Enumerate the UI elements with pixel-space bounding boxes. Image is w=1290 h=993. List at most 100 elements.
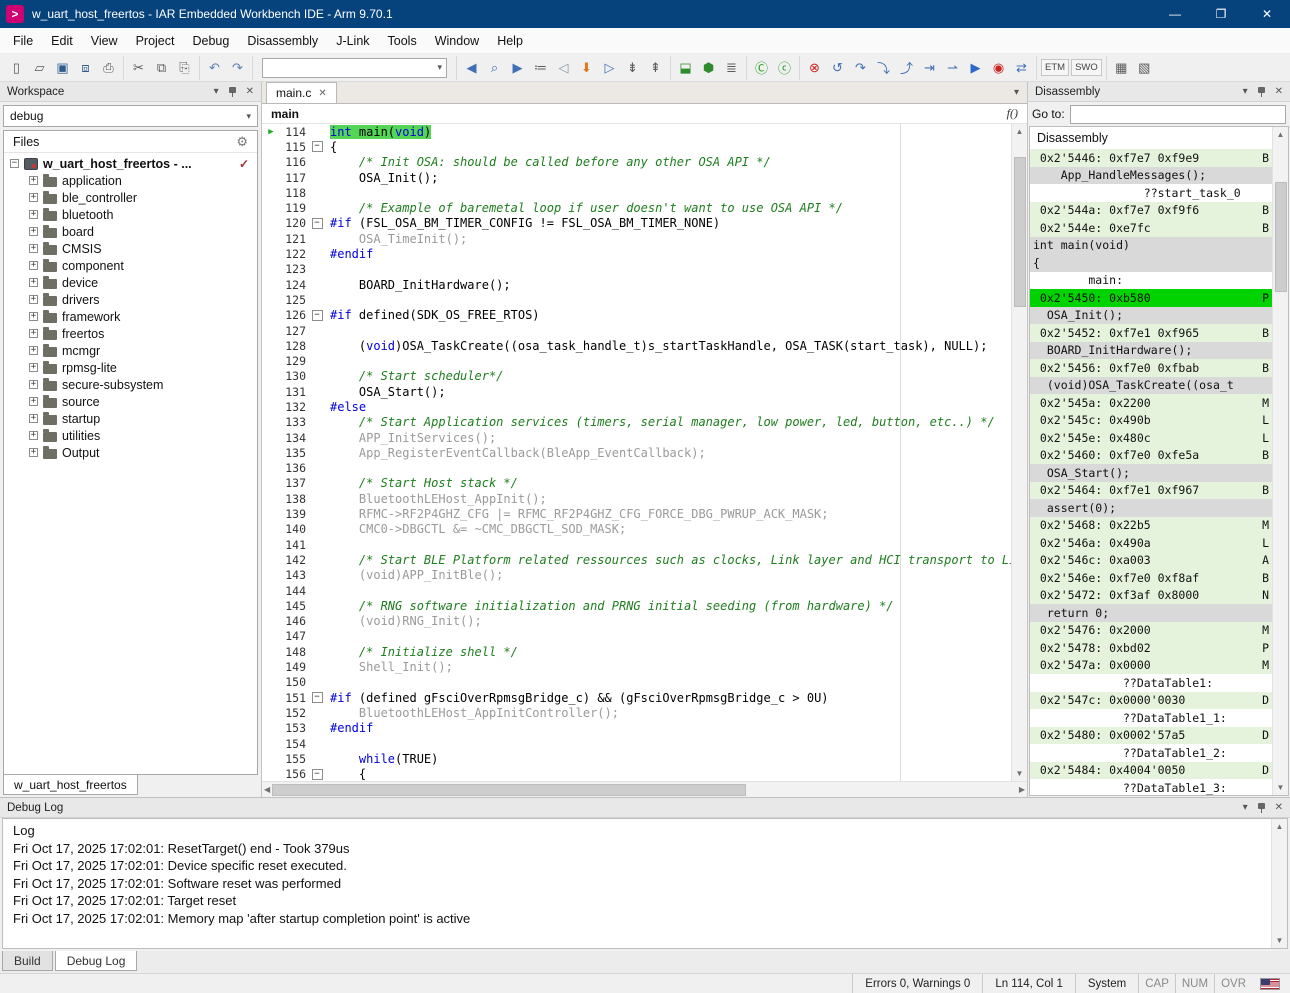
close-icon[interactable]: ✕ — [246, 86, 254, 97]
code-line[interactable]: ▶153#endif — [262, 721, 1011, 736]
disassembly-row[interactable]: 0x2'5460: 0xf7e0 0xfe5aB — [1030, 447, 1272, 465]
disassembly-row[interactable]: 0x2'5452: 0xf7e1 0xf965B — [1030, 324, 1272, 342]
editor-vscrollbar[interactable]: ▲ ▼ — [1011, 124, 1027, 781]
toggle-source-icon[interactable]: ⇄ — [1010, 56, 1033, 79]
code-line[interactable]: ▶144 — [262, 583, 1011, 598]
tree-item-output[interactable]: +Output — [4, 444, 257, 461]
code-line[interactable]: ▶150 — [262, 675, 1011, 690]
menu-file[interactable]: File — [4, 28, 42, 53]
code-line[interactable]: ▶138 BluetoothLEHost_AppInit(); — [262, 491, 1011, 506]
disassembly-row[interactable]: int main(void) — [1030, 237, 1272, 255]
menu-tools[interactable]: Tools — [379, 28, 426, 53]
toggle-bookmark-icon[interactable]: ⬇ — [575, 56, 598, 79]
code-line[interactable]: ▶126#if defined(SDK_OS_FREE_RTOS) — [262, 308, 1011, 323]
save-all-icon[interactable]: ⧈ — [74, 56, 97, 79]
disassembly-row[interactable]: BOARD_InitHardware(); — [1030, 342, 1272, 360]
function-list-icon[interactable]: ≔ — [529, 56, 552, 79]
tree-item-source[interactable]: +source — [4, 393, 257, 410]
code-line[interactable]: ▶114int main(void) — [262, 124, 1011, 139]
disassembly-row[interactable]: 0x2'5450: 0xb580P — [1030, 289, 1272, 307]
tree-project-row[interactable]: −w_uart_host_freertos - ...✓ — [4, 155, 257, 172]
code-line[interactable]: ▶121 OSA_TimeInit(); — [262, 231, 1011, 246]
open-file-icon[interactable]: ▱ — [28, 56, 51, 79]
code-line[interactable]: ▶149 Shell_Init(); — [262, 659, 1011, 674]
code-line[interactable]: ▶132#else — [262, 399, 1011, 414]
disassembly-row[interactable]: ??DataTable1: — [1030, 674, 1272, 692]
code-line[interactable]: ▶145 /* RNG software initialization and … — [262, 598, 1011, 613]
expand-icon[interactable]: + — [29, 397, 38, 406]
menu-j-link[interactable]: J-Link — [327, 28, 378, 53]
expand-icon[interactable]: + — [29, 210, 38, 219]
expand-icon[interactable]: + — [29, 363, 38, 372]
next-statement-icon[interactable]: ⇥ — [918, 56, 941, 79]
code-line[interactable]: ▶147 — [262, 629, 1011, 644]
paste-icon[interactable]: ⎘ — [173, 56, 196, 79]
disassembly-row[interactable]: (void)OSA_TaskCreate((osa_t — [1030, 377, 1272, 395]
cut-icon[interactable]: ✂ — [127, 56, 150, 79]
code-area[interactable]: ▶114int main(void)▶115{▶116 /* Init OSA:… — [262, 124, 1011, 781]
close-icon[interactable]: ✕ — [1275, 86, 1283, 97]
undo-icon[interactable]: ↶ — [203, 56, 226, 79]
code-line[interactable]: ▶142 /* Start BLE Platform related resso… — [262, 552, 1011, 567]
tab-main-c[interactable]: main.c ✕ — [266, 82, 337, 103]
code-line[interactable]: ▶141 — [262, 537, 1011, 552]
code-line[interactable]: ▶143 (void)APP_InitBle(); — [262, 568, 1011, 583]
snapshot-icon[interactable]: ▧ — [1133, 56, 1156, 79]
maximize-button[interactable]: ❐ — [1198, 0, 1244, 28]
tree-item-rpmsg-lite[interactable]: +rpmsg-lite — [4, 359, 257, 376]
disassembly-row[interactable]: assert(0); — [1030, 499, 1272, 517]
code-line[interactable]: ▶118 — [262, 185, 1011, 200]
log-vscrollbar[interactable]: ▲ ▼ — [1271, 819, 1287, 948]
expand-icon[interactable]: + — [29, 295, 38, 304]
menu-debug[interactable]: Debug — [183, 28, 238, 53]
disassembly-row[interactable]: ??start_task_0 — [1030, 184, 1272, 202]
disassembly-row[interactable]: App_HandleMessages(); — [1030, 167, 1272, 185]
code-line[interactable]: ▶135 App_RegisterEventCallback(BleApp_Ev… — [262, 445, 1011, 460]
scroll-down-icon[interactable]: ▼ — [1275, 780, 1287, 795]
expand-icon[interactable]: + — [29, 414, 38, 423]
disassembly-row[interactable]: 0x2'547c: 0x0000'0030D — [1030, 692, 1272, 710]
code-line[interactable]: ▶151#if (defined gFsciOverRpmsgBridge_c)… — [262, 690, 1011, 705]
scrollbar-thumb[interactable] — [1014, 157, 1026, 307]
chevron-down-icon[interactable]: ▾ — [437, 62, 442, 73]
expand-icon[interactable]: + — [29, 176, 38, 185]
disassembly-row[interactable]: OSA_Init(); — [1030, 307, 1272, 325]
close-button[interactable]: ✕ — [1244, 0, 1290, 28]
code-line[interactable]: ▶137 /* Start Host stack */ — [262, 476, 1011, 491]
code-line[interactable]: ▶120#if (FSL_OSA_BM_TIMER_CONFIG != FSL_… — [262, 216, 1011, 231]
stop-debug-icon[interactable]: ⊗ — [803, 56, 826, 79]
tree-item-secure-subsystem[interactable]: +secure-subsystem — [4, 376, 257, 393]
tree-item-bluetooth[interactable]: +bluetooth — [4, 206, 257, 223]
expand-icon[interactable]: + — [29, 227, 38, 236]
disassembly-row[interactable]: ??DataTable1_1: — [1030, 709, 1272, 727]
build-icon[interactable]: ⬢ — [697, 56, 720, 79]
expand-icon[interactable]: + — [29, 448, 38, 457]
disassembly-row[interactable]: 0x2'545c: 0x490bL — [1030, 412, 1272, 430]
expand-icon[interactable]: + — [29, 329, 38, 338]
disassembly-row[interactable]: { — [1030, 254, 1272, 272]
scroll-down-icon[interactable]: ▼ — [1274, 933, 1286, 948]
run-to-cursor-icon[interactable]: ⇀ — [941, 56, 964, 79]
us-flag-icon[interactable] — [1260, 978, 1280, 990]
tree-item-device[interactable]: +device — [4, 274, 257, 291]
code-line[interactable]: ▶155 while(TRUE) — [262, 751, 1011, 766]
disassembly-row[interactable]: 0x2'546a: 0x490aL — [1030, 534, 1272, 552]
code-line[interactable]: ▶124 BOARD_InitHardware(); — [262, 277, 1011, 292]
disassembly-row[interactable]: 0x2'544e: 0xe7fcB — [1030, 219, 1272, 237]
tree-item-application[interactable]: +application — [4, 172, 257, 189]
disassembly-row[interactable]: 0x2'5476: 0x2000M — [1030, 622, 1272, 640]
disassembly-row[interactable]: 0x2'547a: 0x0000M — [1030, 657, 1272, 675]
disassembly-row[interactable]: 0x2'5464: 0xf7e1 0xf967B — [1030, 482, 1272, 500]
scroll-up-icon[interactable]: ▲ — [1014, 124, 1026, 139]
menu-help[interactable]: Help — [488, 28, 532, 53]
code-line[interactable]: ▶139 RFMC->RF2P4GHZ_CFG |= RFMC_RF2P4GHZ… — [262, 506, 1011, 521]
pin-icon[interactable] — [1256, 86, 1267, 98]
next-error-icon[interactable]: ⇟ — [621, 56, 644, 79]
scroll-left-icon[interactable]: ◀ — [262, 782, 272, 797]
tree-item-component[interactable]: +component — [4, 257, 257, 274]
menu-project[interactable]: Project — [127, 28, 184, 53]
code-line[interactable]: ▶128 (void)OSA_TaskCreate((osa_task_hand… — [262, 338, 1011, 353]
next-bookmark-icon[interactable]: ▷ — [598, 56, 621, 79]
disassembly-row[interactable]: OSA_Start(); — [1030, 464, 1272, 482]
fold-marker-icon[interactable] — [310, 692, 324, 703]
